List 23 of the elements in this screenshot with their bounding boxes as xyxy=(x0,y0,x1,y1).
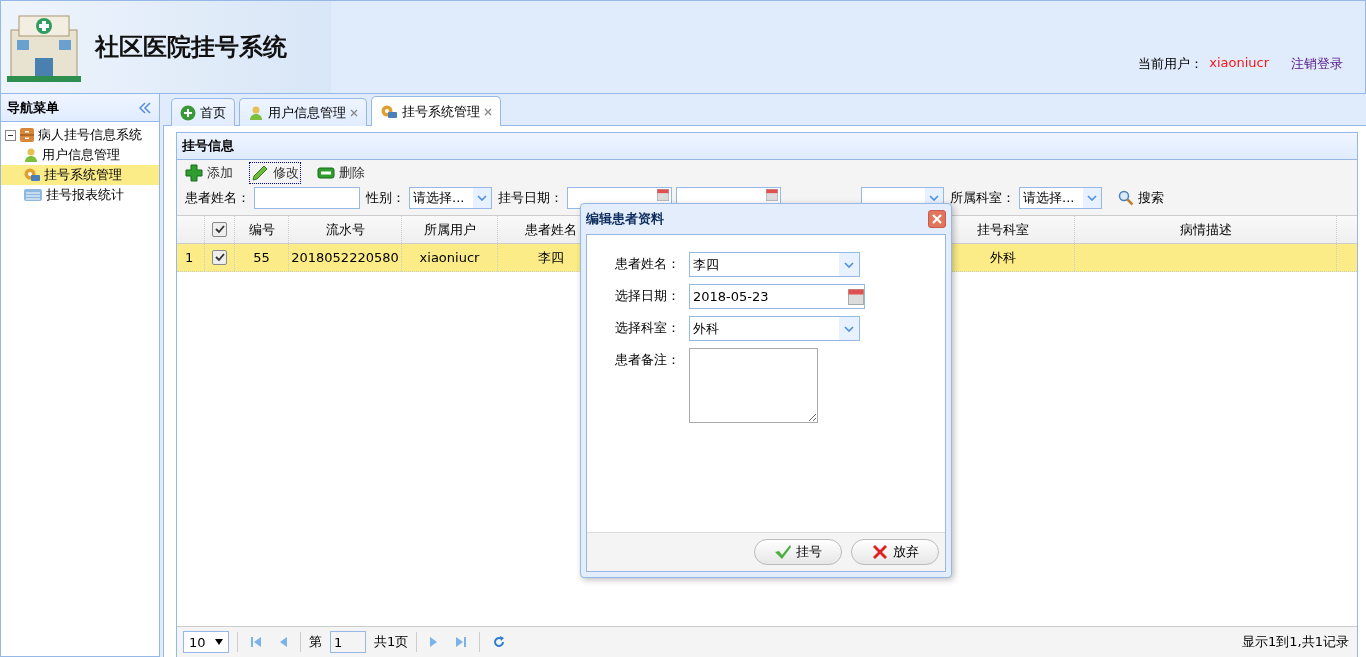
app-title: 社区医院挂号系统 xyxy=(95,32,287,63)
table-cell: 2018052220580 xyxy=(289,244,402,271)
panel-title: 挂号信息 xyxy=(177,133,1357,160)
column-header: 流水号 xyxy=(289,216,402,243)
filter-label: 性别： xyxy=(366,188,405,207)
field-label: 患者姓名： xyxy=(615,255,681,273)
table-cell: 55 xyxy=(235,244,289,271)
page-total: 共1页 xyxy=(374,633,409,651)
user-label: 当前用户： xyxy=(1138,55,1204,73)
filter-label: 患者姓名： xyxy=(185,188,250,207)
field-label: 选择科室： xyxy=(615,319,681,337)
column-header: 病情描述 xyxy=(1075,216,1337,243)
filter-label: 所属科室： xyxy=(950,188,1015,207)
nav-title: 导航菜单 xyxy=(7,98,59,117)
table-cell: xiaoniucr xyxy=(402,244,498,271)
field-label: 患者备注： xyxy=(615,351,681,369)
filter-label: 挂号日期： xyxy=(498,188,563,207)
column-header: 编号 xyxy=(235,216,289,243)
page-info: 显示1到1,共1记录 xyxy=(1242,633,1349,651)
page-label: 第 xyxy=(309,633,322,651)
user-name: xiaoniucr xyxy=(1209,55,1269,72)
field-label: 选择日期： xyxy=(615,287,681,305)
column-header: 所属用户 xyxy=(402,216,498,243)
